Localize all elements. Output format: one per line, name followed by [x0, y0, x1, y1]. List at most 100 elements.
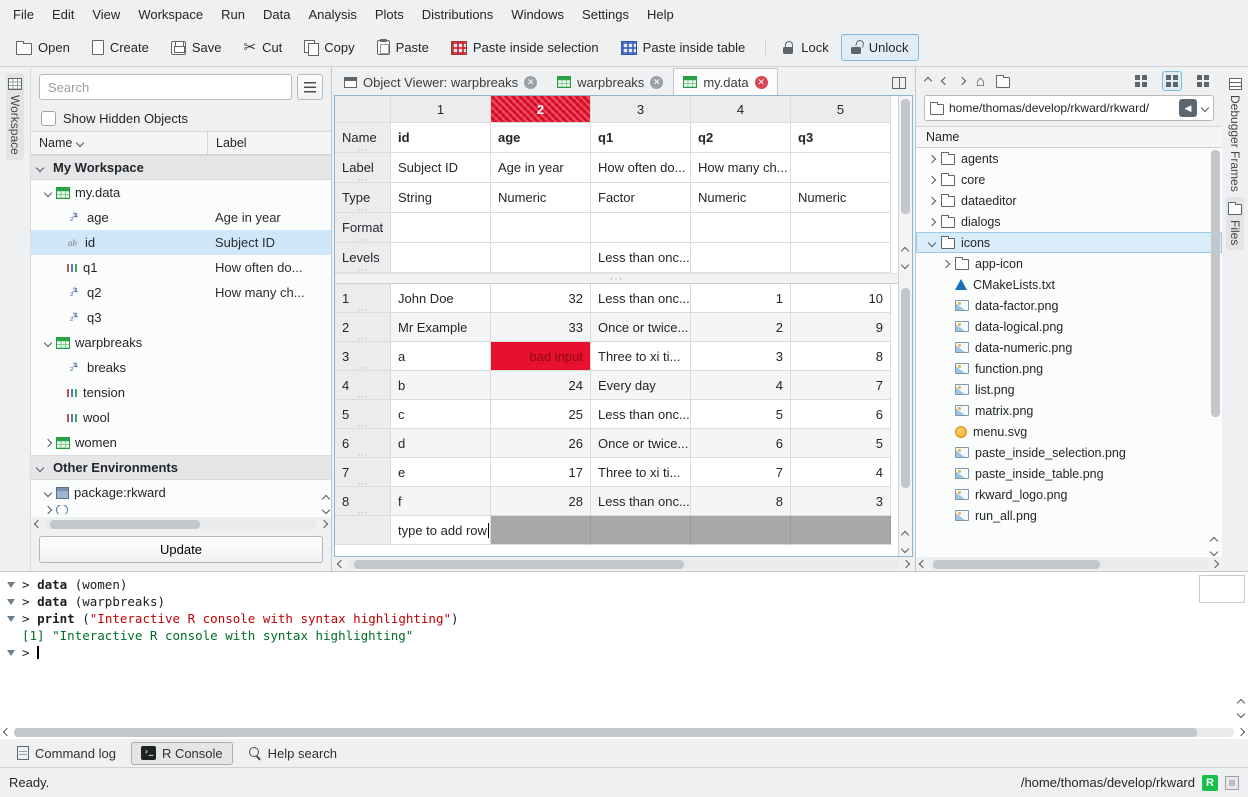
meta-cell[interactable]: Less than onc... — [591, 243, 691, 273]
scrollbar-thumb[interactable] — [50, 520, 200, 529]
row-number[interactable]: 8 — [335, 487, 391, 516]
meta-cell[interactable] — [691, 243, 791, 273]
data-cell[interactable]: 9 — [791, 313, 891, 342]
row-number[interactable]: 4 — [335, 371, 391, 400]
tree-item[interactable]: wool — [31, 405, 331, 430]
data-cell[interactable]: 5 — [691, 400, 791, 429]
menu-item[interactable]: Edit — [43, 2, 83, 27]
scroll-right-icon[interactable] — [902, 560, 910, 568]
toolbar-button[interactable]: Save — [161, 34, 232, 61]
data-cell[interactable]: 26 — [491, 429, 591, 458]
meta-cell[interactable]: age — [491, 123, 591, 153]
data-cell[interactable]: Every day — [591, 371, 691, 400]
column-header[interactable]: 4 — [691, 96, 791, 123]
scroll-down-icon[interactable] — [901, 545, 909, 553]
tree-vertical-scrollbar[interactable] — [323, 496, 329, 513]
search-input[interactable] — [39, 74, 292, 100]
data-cell[interactable]: 8 — [791, 342, 891, 371]
scrollbar-minimap[interactable] — [1199, 575, 1245, 603]
expander-icon[interactable] — [44, 338, 52, 346]
go-back-icon[interactable] — [941, 77, 949, 85]
meta-cell[interactable] — [491, 243, 591, 273]
files-horizontal-scrollbar[interactable] — [916, 557, 1222, 571]
label-column-header[interactable]: Label — [207, 132, 247, 154]
column-header[interactable]: 2 — [491, 96, 591, 123]
scroll-right-icon[interactable] — [320, 520, 328, 528]
clear-path-button[interactable] — [1179, 99, 1197, 117]
meta-cell[interactable]: id — [391, 123, 491, 153]
tree-item[interactable]: package:rkward — [31, 480, 331, 505]
file-item[interactable]: dataeditor — [916, 190, 1222, 211]
toolbar-button[interactable]: Create — [82, 34, 159, 61]
meta-cell[interactable]: q2 — [691, 123, 791, 153]
row-number[interactable]: 7 — [335, 458, 391, 487]
scroll-down-icon[interactable] — [1237, 710, 1245, 718]
meta-data-splitter[interactable] — [335, 273, 898, 284]
meta-cell[interactable]: Numeric — [491, 183, 591, 213]
toolbar-button[interactable]: Open — [6, 34, 80, 61]
editor-horizontal-scrollbar[interactable] — [334, 557, 913, 571]
add-row-input[interactable]: type to add row — [391, 516, 491, 545]
chevron-down-icon[interactable] — [1201, 104, 1209, 112]
row-number[interactable]: 2 — [335, 313, 391, 342]
data-cell[interactable]: 3 — [691, 342, 791, 371]
tree-item[interactable]: My Workspace — [31, 155, 331, 180]
expander-icon[interactable] — [928, 154, 936, 162]
data-cell[interactable]: 6 — [791, 400, 891, 429]
tool-tab[interactable]: R Console — [131, 742, 233, 765]
column-header[interactable]: 3 — [591, 96, 691, 123]
console-horizontal-scrollbar[interactable] — [0, 725, 1248, 739]
scroll-up-icon[interactable] — [901, 247, 909, 255]
file-item[interactable]: matrix.png — [916, 400, 1222, 421]
tool-tab[interactable]: Command log — [7, 742, 126, 765]
file-item[interactable]: app-icon — [916, 253, 1222, 274]
expander-icon[interactable] — [928, 196, 936, 204]
data-cell[interactable]: Mr Example — [391, 313, 491, 342]
data-cell[interactable]: 10 — [791, 284, 891, 313]
column-header[interactable]: 5 — [791, 96, 891, 123]
menu-item[interactable]: Analysis — [299, 2, 365, 27]
tree-item[interactable]: q1 How often do... — [31, 255, 331, 280]
expander-icon[interactable] — [36, 163, 44, 171]
tool-tab[interactable]: Help search — [238, 742, 347, 765]
row-number[interactable]: 5 — [335, 400, 391, 429]
workspace-dock-tab[interactable]: Workspace — [6, 73, 24, 160]
file-item[interactable]: paste_inside_table.png — [916, 463, 1222, 484]
scroll-up-icon[interactable] — [1210, 537, 1218, 545]
meta-cell[interactable] — [791, 243, 891, 273]
meta-cell[interactable]: String — [391, 183, 491, 213]
go-forward-icon[interactable] — [958, 77, 966, 85]
expander-icon[interactable] — [942, 259, 950, 267]
scrollbar-thumb[interactable] — [933, 560, 1100, 569]
toolbar-button[interactable]: Paste inside selection — [441, 34, 609, 61]
scrollbar-thumb[interactable] — [14, 728, 1197, 737]
data-cell[interactable]: 6 — [691, 429, 791, 458]
meta-cell[interactable]: q1 — [591, 123, 691, 153]
update-button[interactable]: Update — [39, 536, 323, 563]
data-cell[interactable]: 7 — [791, 371, 891, 400]
dock-tab[interactable]: Debugger Frames — [1226, 73, 1244, 197]
data-cell[interactable]: Once or twice... — [591, 429, 691, 458]
file-item[interactable]: function.png — [916, 358, 1222, 379]
tree-item[interactable]: q3 — [31, 305, 331, 330]
data-cell[interactable]: Three to xi ti... — [591, 342, 691, 371]
expander-icon[interactable] — [44, 488, 52, 496]
data-cell[interactable]: 33 — [491, 313, 591, 342]
meta-cell[interactable]: How often do... — [591, 153, 691, 183]
r-console[interactable]: > data (women) > data (warpbreaks) > pri… — [0, 571, 1248, 739]
scroll-left-icon[interactable] — [3, 728, 11, 736]
console-vertical-scrollbar[interactable] — [1238, 700, 1244, 717]
close-icon[interactable] — [524, 76, 537, 89]
data-cell[interactable]: John Doe — [391, 284, 491, 313]
toolbar-button[interactable]: Paste — [367, 34, 439, 61]
scroll-down-icon[interactable] — [322, 506, 330, 514]
file-item[interactable]: data-logical.png — [916, 316, 1222, 337]
data-cell[interactable]: Less than onc... — [591, 400, 691, 429]
data-cell[interactable]: 25 — [491, 400, 591, 429]
tree-item[interactable]: tension — [31, 380, 331, 405]
scrollbar-thumb[interactable] — [901, 99, 910, 214]
expander-icon[interactable] — [928, 217, 936, 225]
close-icon[interactable] — [755, 76, 768, 89]
scrollbar-thumb[interactable] — [1211, 150, 1220, 417]
menu-item[interactable]: Workspace — [129, 2, 212, 27]
